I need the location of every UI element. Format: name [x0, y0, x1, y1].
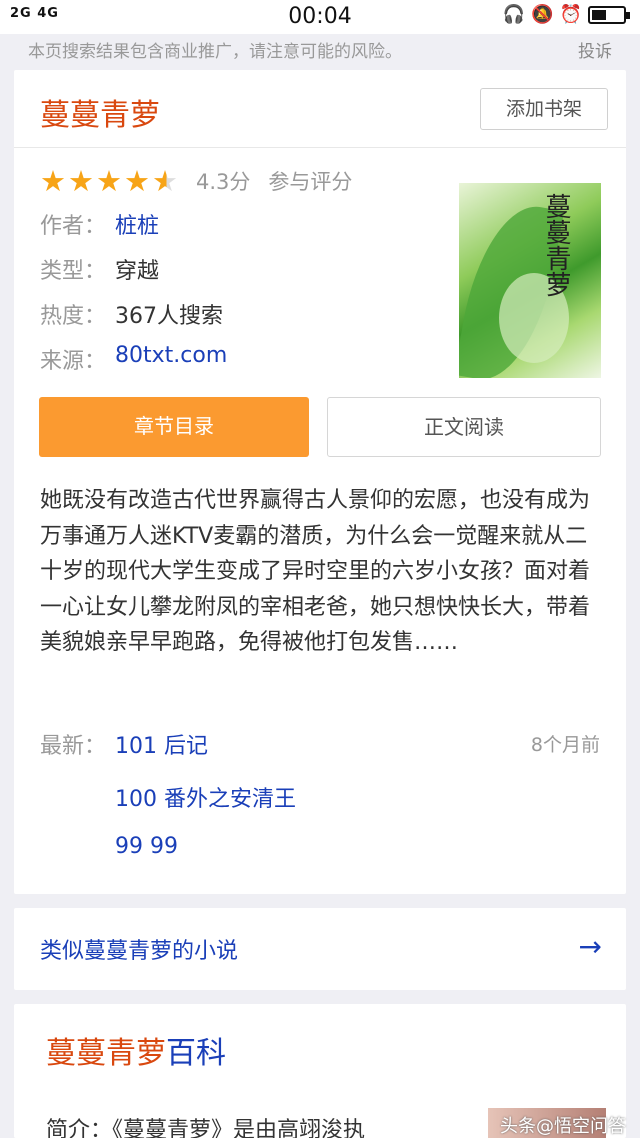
table-of-contents-button[interactable]: 章节目录	[39, 397, 309, 457]
report-link[interactable]: 投诉	[578, 37, 612, 62]
chapter-row: 99 99	[40, 834, 178, 859]
popularity-value: 367人搜索	[115, 304, 223, 329]
genre-label: 类型：	[40, 259, 107, 284]
chapter-link[interactable]: 99 99	[115, 834, 178, 859]
add-to-shelf-button[interactable]: 添加书架	[480, 88, 608, 130]
source-row: 来源： 80txt.com	[40, 343, 227, 375]
battery-icon	[588, 5, 630, 24]
rating-score: 4.3分	[196, 170, 251, 194]
encyclopedia-intro: 简介：《蔓蔓青萝》是由高翊浚执	[46, 1118, 366, 1138]
book-title[interactable]: 蔓蔓青萝	[40, 90, 160, 134]
chapter-link[interactable]: 100 番外之安清王	[115, 781, 296, 813]
chapter-indent	[40, 781, 115, 813]
rate-button[interactable]: 参与评分	[268, 166, 352, 196]
rating-row: ★ ★ ★ ★ ★ 4.3分 参与评分	[40, 166, 352, 196]
similar-novels-link[interactable]: 类似蔓蔓青萝的小说	[40, 933, 238, 965]
alarm-icon: ⏰	[559, 4, 582, 25]
read-text-button[interactable]: 正文阅读	[327, 397, 601, 457]
author-label: 作者：	[40, 214, 107, 239]
source-label: 来源：	[40, 349, 107, 374]
popularity-label: 热度：	[40, 304, 107, 329]
author-link[interactable]: 桩桩	[115, 208, 159, 240]
similar-novels-card[interactable]: 类似蔓蔓青萝的小说 →	[14, 908, 626, 990]
chapter-row: 100 番外之安清王	[40, 781, 296, 813]
bell-icon: 🔕	[531, 4, 554, 25]
encyclopedia-title[interactable]: 蔓蔓青萝百科	[46, 1028, 226, 1072]
star-icon: ★	[124, 164, 150, 198]
popularity-row: 热度： 367人搜索	[40, 298, 223, 330]
half-star-icon: ★	[152, 164, 178, 198]
star-icon: ★	[96, 164, 122, 198]
book-summary: 她既没有改造古代世界赢得古人景仰的宏愿，也没有成为万事通万人迷KTV麦霸的潜质，…	[40, 488, 591, 655]
rating-stars: ★ ★ ★ ★ ★	[40, 166, 178, 196]
author-row: 作者： 桩桩	[40, 208, 159, 240]
encyclopedia-title-suffix: 百科	[166, 1036, 226, 1071]
latest-label: 最新：	[40, 734, 107, 759]
book-card-header: 蔓蔓青萝 添加书架	[14, 70, 626, 148]
star-icon: ★	[40, 164, 66, 198]
ad-notice: 本页搜索结果包含商业推广，请注意可能的风险。 投诉	[0, 34, 640, 64]
status-icons: 🎧 🔕 ⏰	[502, 4, 630, 25]
ad-notice-text: 本页搜索结果包含商业推广，请注意可能的风险。	[28, 42, 402, 62]
arrow-right-icon[interactable]: →	[579, 930, 602, 963]
star-icon: ★	[68, 164, 94, 198]
watermark: 头条@悟空问答	[500, 1116, 626, 1137]
genre-value: 穿越	[115, 259, 160, 284]
cover-title: 蔓蔓青萝	[541, 193, 571, 297]
latest-update-time: 8个月前	[530, 734, 600, 756]
book-card: 蔓蔓青萝 添加书架 ★ ★ ★ ★ ★ 4.3分 参与评分 作者： 桩桩 类型：…	[14, 70, 626, 894]
encyclopedia-title-main: 蔓蔓青萝	[46, 1036, 166, 1071]
chapter-indent	[40, 834, 115, 859]
source-link[interactable]: 80txt.com	[115, 343, 227, 375]
genre-row: 类型： 穿越	[40, 253, 159, 285]
book-cover[interactable]: 蔓蔓青萝	[459, 183, 601, 378]
status-bar: 2G 4G 00:04 🎧 🔕 ⏰	[0, 0, 640, 34]
chapter-link[interactable]: 101 后记	[115, 728, 208, 760]
latest-chapter-row: 最新： 101 后记	[40, 728, 208, 760]
headphone-icon: 🎧	[502, 4, 526, 25]
